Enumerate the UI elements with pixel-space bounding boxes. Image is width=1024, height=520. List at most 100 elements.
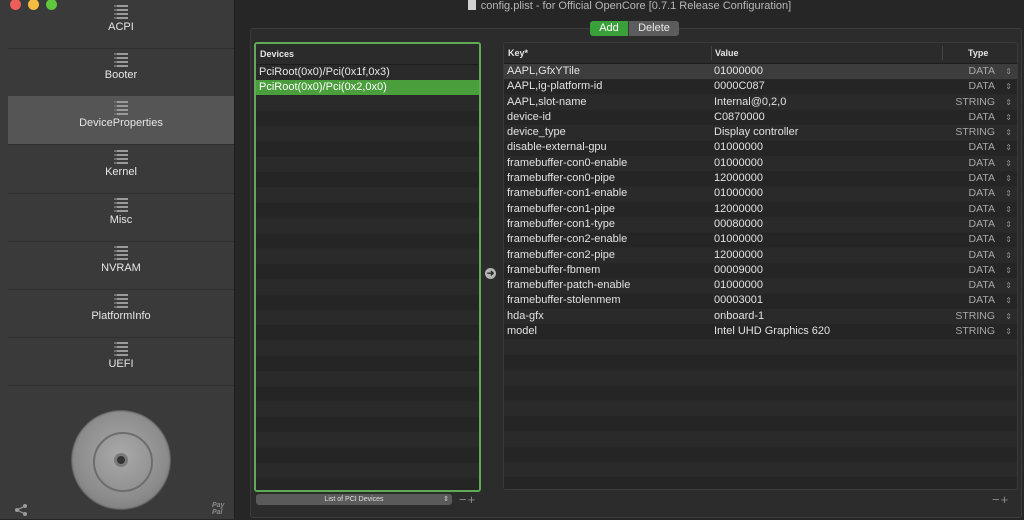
- property-type[interactable]: STRING: [955, 125, 995, 140]
- property-key[interactable]: device-id: [507, 110, 551, 125]
- property-row[interactable]: framebuffer-con0-enable 01000000 DATA ⇕: [504, 156, 1017, 171]
- property-key[interactable]: framebuffer-stolenmem: [507, 293, 621, 308]
- property-key[interactable]: AAPL,GfxYTile: [507, 64, 580, 79]
- property-value[interactable]: 12000000: [714, 202, 763, 217]
- property-row[interactable]: model Intel UHD Graphics 620 STRING ⇕: [504, 324, 1017, 339]
- type-stepper-icon[interactable]: ⇕: [1005, 309, 1012, 324]
- property-value[interactable]: C0870000: [714, 110, 765, 125]
- property-type[interactable]: DATA: [969, 140, 995, 155]
- type-stepper-icon[interactable]: ⇕: [1005, 64, 1012, 79]
- property-key[interactable]: framebuffer-con1-pipe: [507, 202, 615, 217]
- paypal-logo[interactable]: Pay Pal: [212, 502, 234, 516]
- property-type[interactable]: DATA: [969, 64, 995, 79]
- type-stepper-icon[interactable]: ⇕: [1005, 232, 1012, 247]
- type-stepper-icon[interactable]: ⇕: [1005, 324, 1012, 339]
- arrow-right-icon[interactable]: ➜: [485, 268, 496, 279]
- property-type[interactable]: DATA: [969, 263, 995, 278]
- property-row[interactable]: framebuffer-con0-pipe 12000000 DATA ⇕: [504, 171, 1017, 186]
- property-type[interactable]: DATA: [969, 202, 995, 217]
- property-key[interactable]: hda-gfx: [507, 309, 544, 324]
- property-type[interactable]: DATA: [969, 156, 995, 171]
- properties-table[interactable]: Key* Value Type AAPL,GfxYTile 01000000 DAT…: [503, 42, 1018, 490]
- property-key[interactable]: AAPL,slot-name: [507, 95, 586, 110]
- property-value[interactable]: onboard-1: [714, 309, 764, 324]
- sidebar-item-nvram[interactable]: NVRAM: [8, 241, 234, 290]
- property-type[interactable]: DATA: [969, 79, 995, 94]
- column-header-type[interactable]: Type: [968, 43, 988, 63]
- property-value[interactable]: 00080000: [714, 217, 763, 232]
- property-type[interactable]: STRING: [955, 95, 995, 110]
- property-key[interactable]: framebuffer-fbmem: [507, 263, 600, 278]
- property-value[interactable]: Internal@0,2,0: [714, 95, 786, 110]
- property-key[interactable]: framebuffer-con2-enable: [507, 232, 627, 247]
- column-header-value[interactable]: Value: [715, 43, 739, 63]
- property-value[interactable]: Display controller: [714, 125, 798, 140]
- sidebar-item-booter[interactable]: Booter: [8, 48, 234, 98]
- sidebar-item-acpi[interactable]: ACPI: [8, 0, 234, 49]
- property-value[interactable]: 01000000: [714, 156, 763, 171]
- property-key[interactable]: model: [507, 324, 537, 339]
- property-key[interactable]: framebuffer-con0-enable: [507, 156, 627, 171]
- type-stepper-icon[interactable]: ⇕: [1005, 278, 1012, 293]
- property-value[interactable]: 01000000: [714, 186, 763, 201]
- property-type[interactable]: DATA: [969, 293, 995, 308]
- property-type[interactable]: DATA: [969, 186, 995, 201]
- property-key[interactable]: framebuffer-patch-enable: [507, 278, 630, 293]
- column-header-key[interactable]: Key*: [508, 43, 528, 63]
- type-stepper-icon[interactable]: ⇕: [1005, 171, 1012, 186]
- devices-list[interactable]: Devices PciRoot(0x0)/Pci(0x1f,0x3) PciRoo…: [254, 42, 481, 492]
- property-row[interactable]: hda-gfx onboard-1 STRING ⇕: [504, 309, 1017, 324]
- type-stepper-icon[interactable]: ⇕: [1005, 125, 1012, 140]
- sidebar-item-deviceproperties[interactable]: DeviceProperties: [8, 96, 234, 146]
- property-value[interactable]: 00009000: [714, 263, 763, 278]
- property-key[interactable]: framebuffer-con0-pipe: [507, 171, 615, 186]
- type-stepper-icon[interactable]: ⇕: [1005, 263, 1012, 278]
- property-row[interactable]: framebuffer-con1-enable 01000000 DATA ⇕: [504, 186, 1017, 201]
- devices-add-remove-buttons[interactable]: −+: [459, 492, 476, 507]
- add-button[interactable]: Add: [590, 21, 628, 36]
- pci-devices-select[interactable]: List of PCI Devices ⇕: [256, 494, 452, 505]
- type-stepper-icon[interactable]: ⇕: [1005, 248, 1012, 263]
- type-stepper-icon[interactable]: ⇕: [1005, 186, 1012, 201]
- property-value[interactable]: 0000C087: [714, 79, 765, 94]
- sidebar-item-uefi[interactable]: UEFI: [8, 337, 234, 387]
- property-type[interactable]: DATA: [969, 217, 995, 232]
- property-row[interactable]: framebuffer-patch-enable 01000000 DATA ⇕: [504, 278, 1017, 293]
- property-type[interactable]: DATA: [969, 232, 995, 247]
- property-key[interactable]: framebuffer-con1-type: [507, 217, 615, 232]
- property-row[interactable]: disable-external-gpu 01000000 DATA ⇕: [504, 140, 1017, 155]
- property-row[interactable]: device-id C0870000 DATA ⇕: [504, 110, 1017, 125]
- type-stepper-icon[interactable]: ⇕: [1005, 293, 1012, 308]
- property-row[interactable]: framebuffer-stolenmem 00003001 DATA ⇕: [504, 293, 1017, 308]
- property-value[interactable]: 00003001: [714, 293, 763, 308]
- property-type[interactable]: DATA: [969, 110, 995, 125]
- property-key[interactable]: AAPL,ig-platform-id: [507, 79, 602, 94]
- column-divider[interactable]: [942, 46, 943, 60]
- delete-button[interactable]: Delete: [628, 21, 679, 36]
- property-type[interactable]: STRING: [955, 309, 995, 324]
- property-key[interactable]: disable-external-gpu: [507, 140, 607, 155]
- property-row[interactable]: framebuffer-con2-pipe 12000000 DATA ⇕: [504, 248, 1017, 263]
- type-stepper-icon[interactable]: ⇕: [1005, 79, 1012, 94]
- share-icon[interactable]: [14, 503, 30, 517]
- property-value[interactable]: 01000000: [714, 232, 763, 247]
- property-row[interactable]: framebuffer-fbmem 00009000 DATA ⇕: [504, 263, 1017, 278]
- sidebar-item-kernel[interactable]: Kernel: [8, 145, 234, 194]
- type-stepper-icon[interactable]: ⇕: [1005, 110, 1012, 125]
- properties-add-remove-buttons[interactable]: −+: [992, 492, 1009, 507]
- type-stepper-icon[interactable]: ⇕: [1005, 202, 1012, 217]
- property-row[interactable]: framebuffer-con1-type 00080000 DATA ⇕: [504, 217, 1017, 232]
- property-type[interactable]: DATA: [969, 171, 995, 186]
- property-row[interactable]: framebuffer-con1-pipe 12000000 DATA ⇕: [504, 202, 1017, 217]
- type-stepper-icon[interactable]: ⇕: [1005, 95, 1012, 110]
- property-value[interactable]: 12000000: [714, 248, 763, 263]
- property-row[interactable]: framebuffer-con2-enable 01000000 DATA ⇕: [504, 232, 1017, 247]
- property-value[interactable]: Intel UHD Graphics 620: [714, 324, 830, 339]
- column-divider[interactable]: [711, 46, 712, 60]
- property-type[interactable]: DATA: [969, 278, 995, 293]
- property-key[interactable]: framebuffer-con1-enable: [507, 186, 627, 201]
- property-key[interactable]: device_type: [507, 125, 566, 140]
- property-type[interactable]: STRING: [955, 324, 995, 339]
- property-row[interactable]: AAPL,GfxYTile 01000000 DATA ⇕: [504, 64, 1017, 80]
- property-row[interactable]: device_type Display controller STRING ⇕: [504, 125, 1017, 140]
